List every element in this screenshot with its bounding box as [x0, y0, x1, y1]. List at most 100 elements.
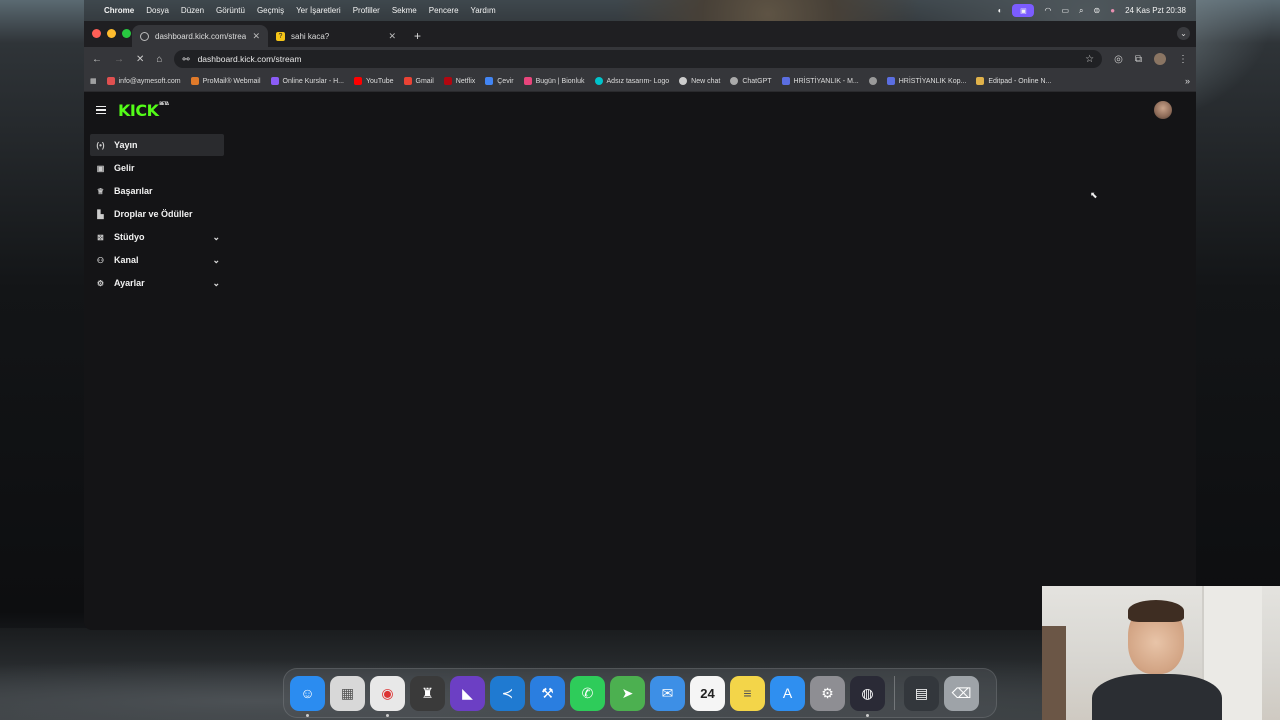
bookmark-item[interactable]: Gmail [403, 77, 434, 85]
kick-logo[interactable]: KICK BETA [118, 101, 169, 120]
bookmark-item[interactable]: info@aymesoft.com [106, 77, 181, 85]
obs-icon[interactable]: ◍ [850, 675, 885, 717]
menubar-clock[interactable]: 24 Kas Pzt 20:38 [1125, 6, 1186, 15]
whatsapp-icon[interactable]: ✆ [570, 675, 605, 711]
launchpad-icon[interactable]: ▦ [330, 675, 365, 711]
tab-dashboard[interactable]: dashboard.kick.com/stream ✕ [132, 25, 268, 47]
dock-separator [894, 676, 895, 710]
bookmark-item[interactable]: HRİSTİYANLIK - M... [781, 77, 859, 85]
more-menu-icon[interactable]: ⋮ [1178, 54, 1188, 65]
bookmark-item[interactable]: HRİSTİYANLIK Kop... [886, 77, 966, 85]
bookmark-favicon-icon [106, 77, 115, 85]
sidebar-item-kanal[interactable]: ⚇ Kanal ⌄ [90, 249, 224, 271]
user-avatar[interactable] [1154, 101, 1172, 119]
sidebar-item-basarilar[interactable]: ♕ Başarılar [90, 180, 224, 202]
sidebar-item-gelir[interactable]: ▣ Gelir [90, 157, 224, 179]
sidebar-item-ayarlar[interactable]: ⚙ Ayarlar ⌄ [90, 272, 224, 294]
maps-icon[interactable]: ➤ [610, 675, 645, 711]
bookmark-item[interactable]: YouTube [354, 77, 394, 85]
chevron-down-icon: ⌄ [212, 231, 220, 242]
sidebar-item-label: Yayın [114, 140, 138, 150]
menu-item[interactable]: Görüntü [216, 6, 245, 15]
extension-compass-icon[interactable]: ◎ [1114, 54, 1123, 65]
system-settings-icon[interactable]: ⚙ [810, 675, 845, 711]
bookmark-item[interactable]: Çevir [485, 77, 514, 85]
menu-item[interactable]: Sekme [392, 6, 417, 15]
beta-badge: BETA [159, 100, 169, 106]
battery-icon[interactable]: ▭ [1061, 6, 1069, 15]
close-window-button[interactable] [92, 29, 101, 38]
gmail-icon [403, 77, 412, 85]
bookmark-item[interactable]: Bugün | Bionluk [523, 77, 585, 85]
bookmark-favicon-icon [270, 77, 279, 85]
bookmark-item[interactable] [868, 77, 877, 85]
bookmark-item[interactable]: ChatGPT [730, 77, 772, 85]
home-icon[interactable]: ⌂ [156, 54, 162, 65]
visual-studio-icon[interactable]: ◣ [450, 675, 485, 711]
menu-item[interactable]: Pencere [429, 6, 459, 15]
menu-item[interactable]: Geçmiş [257, 6, 284, 15]
chrome-icon[interactable]: ◉ [370, 675, 405, 717]
translate-icon [485, 77, 494, 85]
bookmark-item[interactable]: Adsız tasarım- Logo [594, 77, 669, 85]
creative-cloud-icon[interactable]: ◐ [998, 6, 1003, 15]
profile-avatar[interactable] [1154, 53, 1166, 65]
tab-sahi-kaca[interactable]: ? sahi kaca? ✕ [268, 25, 404, 47]
bookmark-item[interactable]: ProMail® Webmail [190, 77, 261, 85]
sidebar-item-droplar[interactable]: ▙ Droplar ve Ödüller [90, 203, 224, 225]
hamburger-menu-icon[interactable] [96, 105, 106, 115]
tab-search-button[interactable]: ⌄ [1177, 27, 1190, 40]
bookmark-star-icon[interactable]: ☆ [1085, 54, 1094, 65]
control-center-icon[interactable]: ⊜ [1094, 6, 1101, 15]
close-tab-icon[interactable]: ✕ [388, 31, 396, 42]
menu-item[interactable]: Yer İşaretleri [296, 6, 341, 15]
sidebar-item-label: Ayarlar [114, 278, 145, 288]
menu-item[interactable]: Yardım [471, 6, 496, 15]
new-tab-button[interactable]: + [414, 29, 421, 43]
finder-icon[interactable]: ☺ [290, 675, 325, 717]
more-bookmarks-icon[interactable]: » [1185, 76, 1190, 86]
menu-item[interactable]: Profiller [353, 6, 380, 15]
address-bar[interactable]: ⚯ dashboard.kick.com/stream ☆ [174, 50, 1103, 68]
menu-app-name[interactable]: Chrome [104, 6, 134, 15]
bookmark-favicon-icon [523, 77, 532, 85]
trash-icon[interactable]: ⌫ [944, 675, 979, 711]
bookmark-favicon-icon [190, 77, 199, 85]
stop-loading-icon[interactable]: ✕ [136, 54, 144, 65]
zoom-window-button[interactable] [122, 29, 131, 38]
mouse-cursor-icon: ⬉ [1090, 190, 1098, 200]
sidebar-item-yayin[interactable]: (•) Yayın [90, 134, 224, 156]
forward-icon[interactable]: → [114, 54, 124, 65]
menu-item[interactable]: Düzen [181, 6, 204, 15]
sidebar-item-studyo[interactable]: ⊠ Stüdyo ⌄ [90, 226, 224, 248]
close-tab-icon[interactable]: ✕ [252, 31, 260, 42]
bookmark-item[interactable]: New chat [679, 77, 720, 85]
menu-item[interactable]: Dosya [146, 6, 169, 15]
mail-icon[interactable]: ✉ [650, 675, 685, 711]
wifi-icon[interactable]: ◠ [1044, 6, 1051, 15]
search-icon[interactable]: ⌕ [1079, 6, 1083, 16]
downloads-folder-icon[interactable]: ▤ [904, 675, 939, 711]
bookmark-item[interactable]: Online Kurslar - H... [270, 77, 344, 85]
calendar-icon[interactable]: 24 [690, 675, 725, 711]
site-info-icon[interactable]: ⚯ [182, 54, 189, 65]
webcam-person-body [1092, 674, 1222, 720]
sidebar-item-label: Başarılar [114, 186, 153, 196]
back-icon[interactable]: ← [92, 54, 102, 65]
webcam-background-shelf [1042, 626, 1066, 720]
apps-grid-icon[interactable]: ▦ [90, 77, 97, 85]
vscode-icon[interactable]: ≺ [490, 675, 525, 711]
macos-menubar: Chrome Dosya Düzen Görüntü Geçmiş Yer İş… [84, 0, 1196, 21]
app-store-icon[interactable]: A [770, 675, 805, 711]
extensions-puzzle-icon[interactable]: ⧉ [1135, 54, 1142, 65]
tab-strip: dashboard.kick.com/stream ✕ ? sahi kaca?… [84, 21, 1196, 47]
notes-icon[interactable]: ≡ [730, 675, 765, 711]
tower-icon[interactable]: ♜ [410, 675, 445, 711]
bookmark-item[interactable]: Netflix [443, 77, 475, 85]
minimize-window-button[interactable] [107, 29, 116, 38]
siri-icon[interactable]: ● [1110, 6, 1115, 15]
screen-recorder-icon[interactable]: ▣ [1012, 4, 1035, 17]
macos-dock: ☺ ▦ ◉ ♜ ◣ ≺ ⚒ ✆ ➤ ✉ 24 ≡ A ⚙ ◍ ▤ ⌫ [283, 668, 997, 718]
xcode-icon[interactable]: ⚒ [530, 675, 565, 711]
bookmark-item[interactable]: Editpad - Online N... [976, 77, 1051, 85]
